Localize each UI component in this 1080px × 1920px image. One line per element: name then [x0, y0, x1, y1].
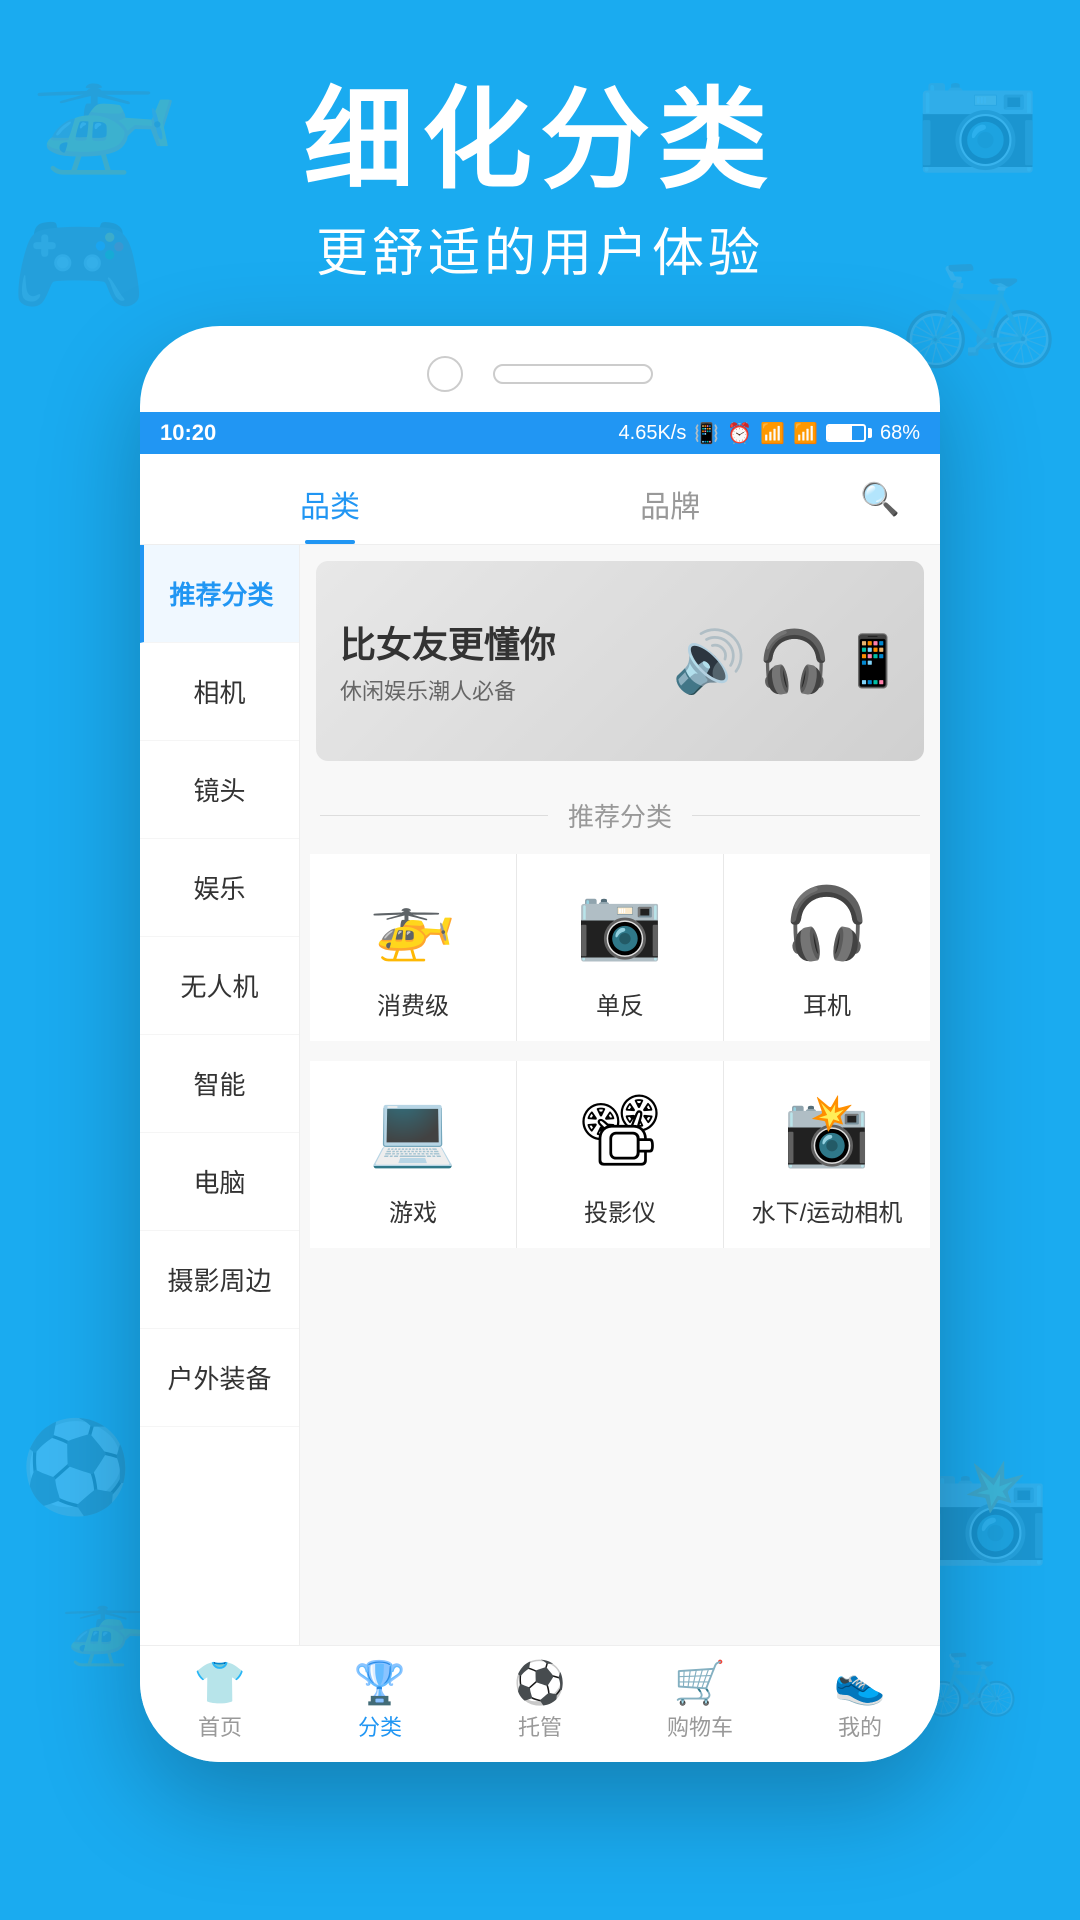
manage-icon: ⚽: [514, 1662, 566, 1704]
battery-pct: 68%: [880, 422, 920, 445]
sidebar-item-computer[interactable]: 电脑: [140, 1133, 299, 1231]
bottom-nav: 👕 首页 🏆 分类 ⚽ 托管 🛒 购物车 👟 我的: [140, 1645, 940, 1762]
tab-category[interactable]: 品类: [160, 454, 500, 544]
home-icon: 👕: [194, 1662, 246, 1704]
dslr-image: 📷: [570, 874, 670, 974]
headphone-image: 🎧: [777, 874, 877, 974]
tabs-bar: 品类 品牌 🔍: [140, 454, 940, 545]
nav-manage[interactable]: ⚽ 托管: [460, 1662, 620, 1742]
search-button[interactable]: 🔍: [840, 460, 920, 538]
nav-cart[interactable]: 🛒 购物车: [620, 1662, 780, 1742]
signal-icon: 📶: [793, 421, 818, 446]
category-icon: 🏆: [354, 1662, 406, 1704]
action-cam-label: 水下/运动相机: [752, 1193, 903, 1228]
sidebar-item-photo-accessories[interactable]: 摄影周边: [140, 1231, 299, 1329]
banner-headphone-icon: 🎧: [757, 626, 832, 697]
nav-profile-label: 我的: [838, 1710, 882, 1742]
banner[interactable]: 比女友更懂你 休闲娱乐潮人必备 🔊 🎧 📱: [316, 561, 924, 761]
wifi-icon: 📶: [760, 421, 785, 446]
product-consumer-drone[interactable]: 🚁 消费级: [310, 854, 516, 1041]
consumer-drone-image: 🚁: [363, 874, 463, 974]
consumer-drone-label: 消费级: [377, 986, 449, 1021]
nav-profile[interactable]: 👟 我的: [780, 1662, 940, 1742]
sidebar-item-entertainment[interactable]: 娱乐: [140, 839, 299, 937]
nav-cart-label: 购物车: [667, 1710, 733, 1742]
product-dslr[interactable]: 📷 单反: [517, 854, 723, 1041]
sidebar-item-camera[interactable]: 相机: [140, 643, 299, 741]
deco-ball-icon: ⚽: [20, 1415, 132, 1520]
section-divider-left: [320, 815, 548, 816]
phone-top-bar: [140, 356, 940, 412]
vibrate-icon: 📳: [694, 421, 719, 446]
banner-speaker-icon: 🔊: [672, 626, 747, 697]
nav-home-label: 首页: [198, 1710, 242, 1742]
product-headphone[interactable]: 🎧 耳机: [724, 854, 930, 1041]
product-projector[interactable]: 📽 投影仪: [517, 1061, 723, 1248]
headphone-label: 耳机: [803, 986, 851, 1021]
alarm-icon: ⏰: [727, 421, 752, 446]
nav-category-label: 分类: [358, 1710, 402, 1742]
banner-text: 比女友更懂你 休闲娱乐潮人必备: [316, 596, 580, 726]
section-title: 推荐分类: [568, 797, 672, 834]
hero-title: 细化分类: [0, 80, 1080, 201]
nav-category[interactable]: 🏆 分类: [300, 1662, 460, 1742]
gaming-label: 游戏: [389, 1193, 437, 1228]
banner-products: 🔊 🎧 📱: [672, 626, 904, 697]
main-content: 推荐分类 相机 镜头 娱乐 无人机 智能 电脑 摄影周边 户外装备 比女友更懂你…: [140, 545, 940, 1645]
product-action-cam[interactable]: 📸 水下/运动相机: [724, 1061, 930, 1248]
product-grid-row2: 💻 游戏 📽 投影仪 📸 水下/运动相机: [310, 1061, 930, 1248]
projector-image: 📽: [570, 1081, 670, 1181]
action-cam-image: 📸: [777, 1081, 877, 1181]
sidebar: 推荐分类 相机 镜头 娱乐 无人机 智能 电脑 摄影周边 户外装备: [140, 545, 300, 1645]
status-time: 10:20: [160, 420, 216, 446]
product-grid-row1: 🚁 消费级 📷 单反 🎧 耳机: [310, 854, 930, 1041]
sidebar-item-lens[interactable]: 镜头: [140, 741, 299, 839]
cart-icon: 🛒: [674, 1662, 726, 1704]
content-area: 比女友更懂你 休闲娱乐潮人必备 🔊 🎧 📱 推荐分类 🚁 消: [300, 545, 940, 1645]
phone-speaker: [493, 364, 653, 384]
battery-indicator: [826, 424, 872, 442]
projector-label: 投影仪: [584, 1193, 656, 1228]
tab-brand[interactable]: 品牌: [500, 454, 840, 544]
hero-section: 细化分类 更舒适的用户体验: [0, 0, 1080, 326]
hero-subtitle: 更舒适的用户体验: [0, 211, 1080, 286]
sidebar-item-recommended[interactable]: 推荐分类: [140, 545, 299, 643]
network-speed: 4.65K/s: [619, 422, 687, 445]
status-bar: 10:20 4.65K/s 📳 ⏰ 📶 📶 68%: [140, 412, 940, 454]
banner-title: 比女友更懂你: [340, 616, 556, 668]
banner-device-icon: 📱: [842, 632, 904, 691]
deco-camera2-icon: 📸: [925, 1453, 1050, 1570]
section-divider-right: [692, 815, 920, 816]
sidebar-item-drone[interactable]: 无人机: [140, 937, 299, 1035]
profile-icon: 👟: [834, 1662, 886, 1704]
nav-manage-label: 托管: [518, 1710, 562, 1742]
status-right: 4.65K/s 📳 ⏰ 📶 📶 68%: [619, 421, 920, 446]
banner-subtitle: 休闲娱乐潮人必备: [340, 674, 556, 706]
nav-home[interactable]: 👕 首页: [140, 1662, 300, 1742]
phone-mockup: 10:20 4.65K/s 📳 ⏰ 📶 📶 68% 品类 品牌 🔍 推荐分类 相…: [140, 326, 940, 1762]
gaming-laptop-image: 💻: [363, 1081, 463, 1181]
sidebar-item-outdoor[interactable]: 户外装备: [140, 1329, 299, 1427]
phone-camera: [427, 356, 463, 392]
sidebar-item-smart[interactable]: 智能: [140, 1035, 299, 1133]
product-gaming[interactable]: 💻 游戏: [310, 1061, 516, 1248]
section-header: 推荐分类: [300, 777, 940, 854]
dslr-label: 单反: [596, 986, 644, 1021]
